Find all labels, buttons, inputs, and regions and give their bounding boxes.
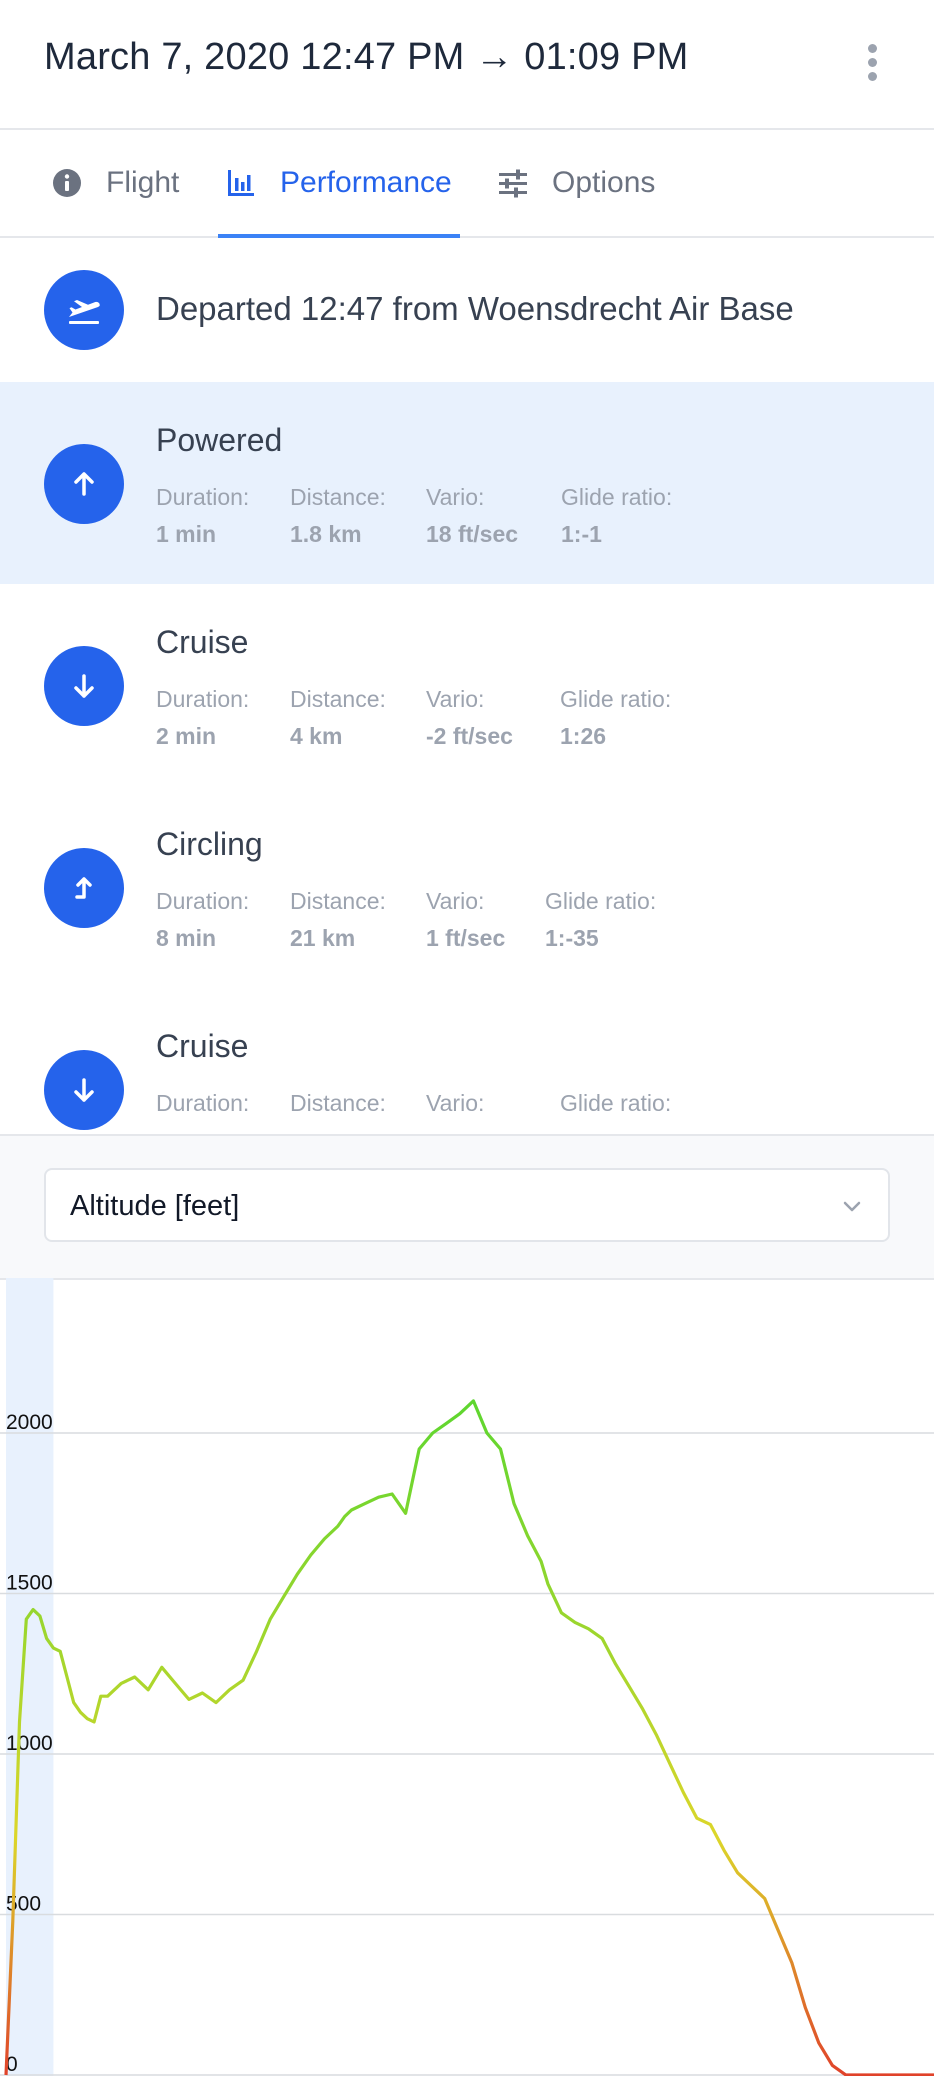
distance-stat: Distance: 1.8 km bbox=[290, 484, 386, 547]
vario-stat: Vario: 1 ft/sec bbox=[426, 888, 506, 951]
takeoff-icon bbox=[44, 270, 124, 350]
duration-stat: Duration: 1 min bbox=[156, 484, 250, 547]
flight-phase-list: Departed 12:47 from Woensdrecht Air Base… bbox=[0, 238, 934, 1134]
phase-row-cruise[interactable]: Cruise Duration: 2 min Distance: 4 km Vari… bbox=[0, 584, 934, 788]
y-tick-label: 1500 bbox=[6, 1572, 53, 1595]
altitude-chart-svg: 0500100015002000 bbox=[0, 1278, 934, 2077]
glide-ratio-stat: Glide ratio: bbox=[560, 1090, 672, 1116]
duration-stat: Duration: 8 min bbox=[156, 888, 250, 951]
phase-name: Circling bbox=[156, 826, 263, 862]
tab-label: Flight bbox=[106, 166, 180, 199]
altitude-series-line bbox=[4, 1399, 934, 2077]
chart-metric-select[interactable]: Altitude [feet] bbox=[44, 1168, 890, 1242]
kebab-menu-icon[interactable] bbox=[858, 44, 886, 84]
duration-stat: Duration: 2 min bbox=[156, 686, 250, 749]
glide-ratio-stat: Glide ratio: 1:-35 bbox=[545, 888, 657, 951]
tab-label: Options bbox=[552, 166, 656, 199]
header: March 7, 2020 12:47 PM → 01:09 PM bbox=[0, 0, 934, 130]
selected-phase-band bbox=[6, 1278, 54, 2076]
tab-options[interactable]: Options bbox=[498, 130, 655, 236]
y-tick-label: 1000 bbox=[6, 1732, 53, 1755]
sliders-icon bbox=[499, 169, 527, 198]
vario-stat: Vario: -2 ft/sec bbox=[426, 686, 513, 749]
glide-ratio-stat: Glide ratio: 1:26 bbox=[560, 686, 672, 749]
distance-stat: Distance: 21 km bbox=[290, 888, 386, 951]
bar-chart-icon bbox=[228, 170, 254, 196]
phase-row-powered[interactable]: Powered Duration: 1 min Distance: 1.8 km V… bbox=[0, 382, 934, 586]
phase-row-cruise[interactable]: Cruise Duration: Distance: Vario: Glide … bbox=[0, 988, 934, 1134]
phase-name: Cruise bbox=[156, 624, 249, 660]
tab-performance[interactable]: Performance bbox=[218, 130, 460, 238]
duration-stat: Duration: bbox=[156, 1090, 250, 1116]
arrow-up-icon bbox=[44, 444, 124, 524]
page-title: March 7, 2020 12:47 PM → 01:09 PM bbox=[44, 36, 689, 78]
y-tick-label: 500 bbox=[6, 1893, 41, 1916]
phase-name: Powered bbox=[156, 422, 283, 458]
altitude-chart: 0 500 1000 1500 2000 bbox=[0, 1278, 934, 2077]
arrow-down-icon bbox=[44, 646, 124, 726]
departure-text: Departed 12:47 from Woensdrecht Air Base bbox=[156, 290, 794, 327]
departure-row[interactable]: Departed 12:47 from Woensdrecht Air Base bbox=[0, 238, 934, 382]
chevron-down-icon bbox=[843, 1201, 861, 1212]
distance-stat: Distance: bbox=[290, 1090, 386, 1116]
vario-stat: Vario: bbox=[426, 1090, 485, 1116]
select-value: Altitude [feet] bbox=[70, 1190, 240, 1222]
vario-stat: Vario: 18 ft/sec bbox=[426, 484, 519, 547]
glide-ratio-stat: Glide ratio: 1:-1 bbox=[561, 484, 673, 547]
distance-stat: Distance: 4 km bbox=[290, 686, 386, 749]
tab-label: Performance bbox=[280, 166, 452, 199]
tab-flight[interactable]: Flight bbox=[52, 130, 179, 236]
turn-up-icon bbox=[44, 848, 124, 928]
chart-selector-bar: Altitude [feet] bbox=[0, 1134, 934, 1280]
phase-name: Cruise bbox=[156, 1028, 249, 1064]
tab-bar: Flight Performance Options bbox=[0, 130, 934, 238]
arrow-down-icon bbox=[44, 1050, 124, 1130]
y-tick-label: 2000 bbox=[6, 1411, 53, 1434]
info-icon bbox=[53, 169, 81, 197]
phase-row-circling[interactable]: Circling Duration: 8 min Distance: 21 km V… bbox=[0, 786, 934, 990]
